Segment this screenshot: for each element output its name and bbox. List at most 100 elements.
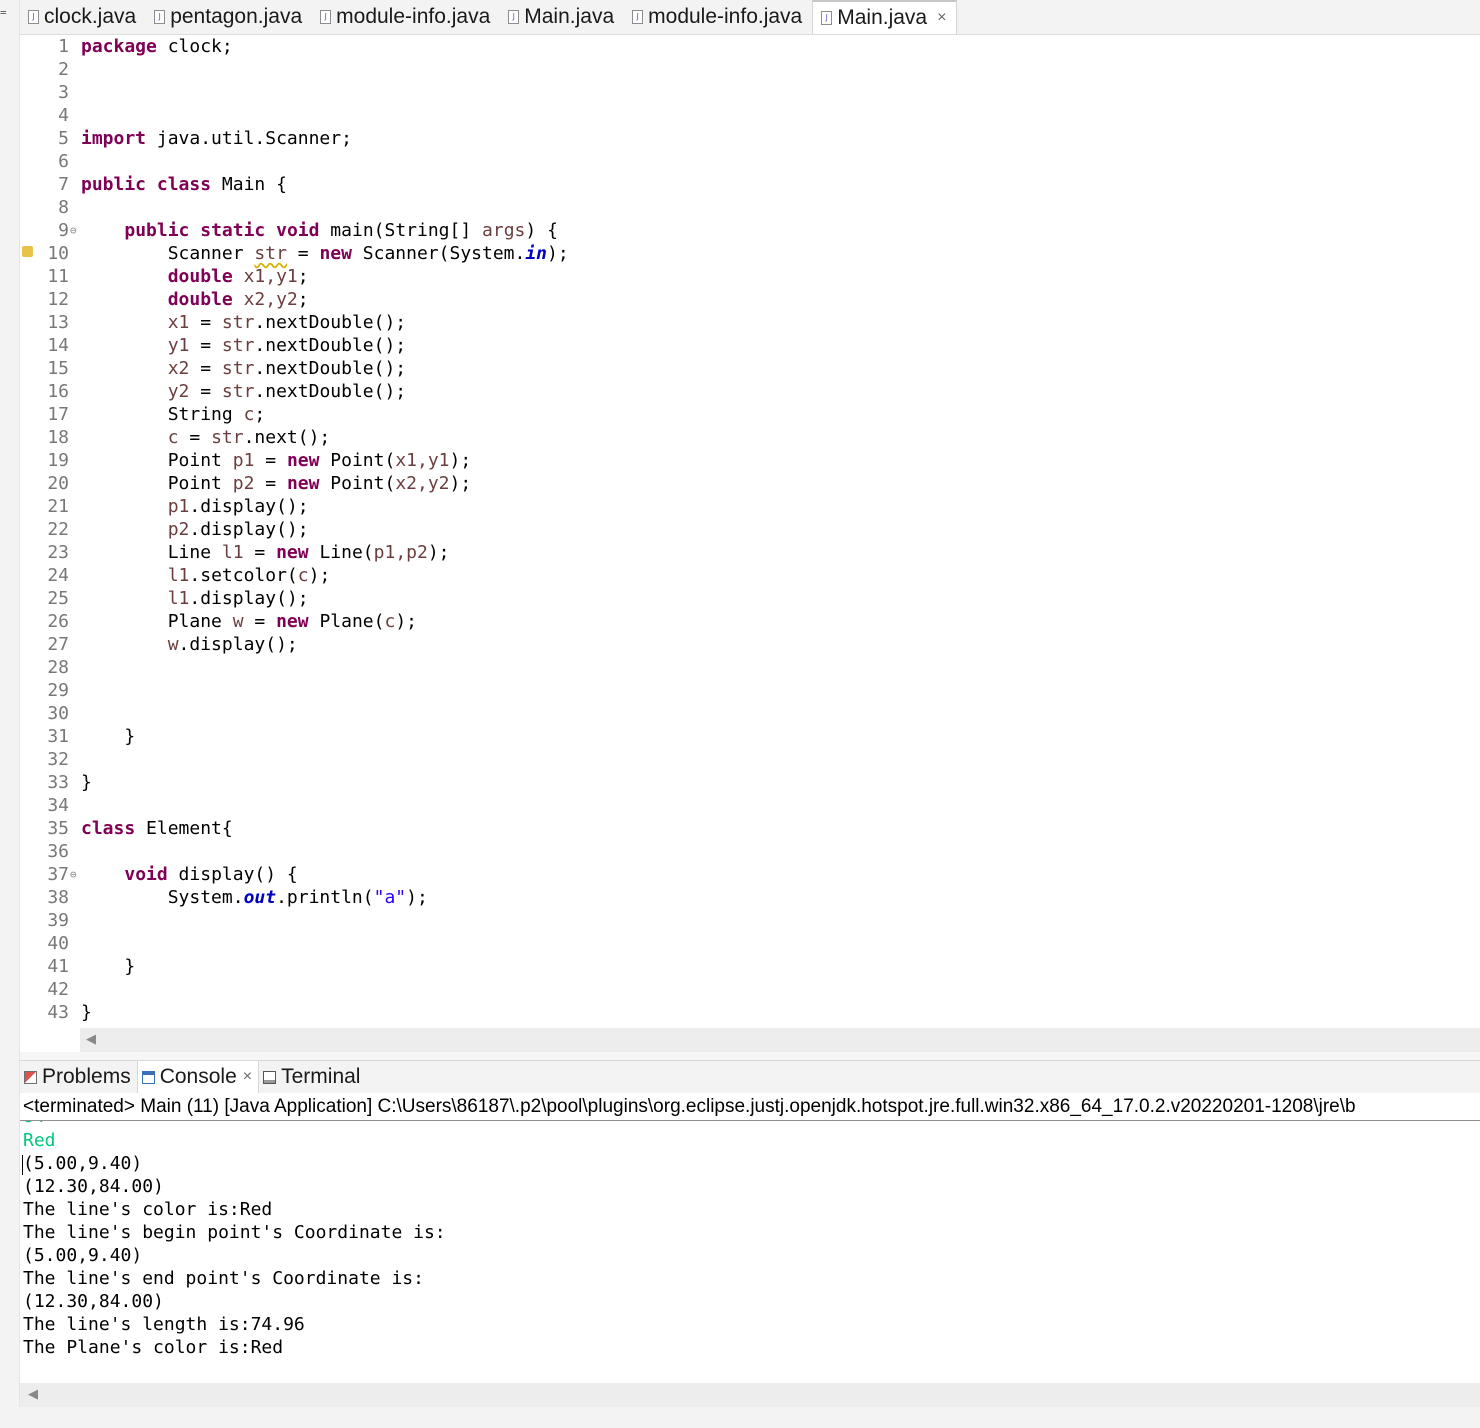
code-text: Line l1 = new Line(p1,p2);: [167, 542, 450, 563]
line-number: 36: [47, 841, 69, 862]
code-text: public static void main(String[] args) {: [124, 220, 558, 241]
console-output-line: (12.30,84.00): [23, 1291, 164, 1312]
code-line: 41 }: [20, 955, 1480, 978]
fold-icon[interactable]: ⊖: [70, 219, 77, 242]
code-text: class Element{: [81, 818, 233, 839]
code-text: x1 = str.nextDouble();: [167, 312, 407, 333]
code-line: 6: [20, 150, 1480, 173]
java-file-icon: J: [508, 10, 520, 24]
code-line: 2: [20, 58, 1480, 81]
tab-module-info-java[interactable]: J module-info.java: [312, 0, 500, 34]
line-number: 41: [47, 956, 69, 977]
java-file-icon: J: [154, 10, 166, 24]
code-text: void display() {: [124, 864, 298, 885]
code-text: p1.display();: [167, 496, 309, 517]
tab-main-java-active[interactable]: J Main.java ×: [812, 0, 958, 34]
tab-terminal[interactable]: Terminal: [259, 1061, 366, 1093]
line-number: 29: [47, 680, 69, 701]
console-output-line: (12.30,84.00): [23, 1176, 164, 1197]
window-edge-mark: =: [0, 6, 7, 19]
code-line: 25 l1.display();: [20, 587, 1480, 610]
code-line: 12 double x2,y2;: [20, 288, 1480, 311]
panel-separator[interactable]: [20, 1052, 1480, 1061]
line-number: 31: [47, 726, 69, 747]
close-tab-icon[interactable]: ×: [937, 9, 946, 27]
code-text: w.display();: [167, 634, 298, 655]
tab-label: clock.java: [44, 5, 137, 28]
code-line: 18 c = str.next();: [20, 426, 1480, 449]
code-text: import java.util.Scanner;: [81, 128, 352, 149]
code-line: 24 l1.setcolor(c);: [20, 564, 1480, 587]
line-number: 27: [47, 634, 69, 655]
code-text: }: [81, 726, 136, 747]
fold-icon[interactable]: ⊖: [70, 863, 77, 886]
tab-module-info-java-2[interactable]: J module-info.java: [624, 0, 812, 34]
scroll-left-icon[interactable]: ◀: [28, 1386, 38, 1402]
text-caret: [22, 1155, 23, 1175]
line-number: 14: [47, 335, 69, 356]
console-output-line: The line's color is:Red: [23, 1199, 273, 1220]
line-number: 1: [58, 36, 69, 57]
line-number: 11: [47, 266, 69, 287]
code-line: 3: [20, 81, 1480, 104]
code-line: 11 double x1,y1;: [20, 265, 1480, 288]
code-text: System.out.println("a");: [167, 887, 428, 908]
code-text: p2.display();: [167, 519, 309, 540]
line-number: 26: [47, 611, 69, 632]
code-line: 17 String c;: [20, 403, 1480, 426]
tab-console[interactable]: Console ×: [136, 1061, 260, 1093]
code-line: 28: [20, 656, 1480, 679]
console-output-line: The line's length is:74.96: [23, 1314, 305, 1335]
code-line: 39: [20, 909, 1480, 932]
java-file-icon: J: [632, 10, 644, 24]
code-text: y1 = str.nextDouble();: [167, 335, 407, 356]
line-number: 19: [47, 450, 69, 471]
console-output[interactable]: 84 Red (5.00,9.40) (12.30,84.00) The lin…: [20, 1121, 1480, 1383]
line-number: 23: [47, 542, 69, 563]
console-status-line: <terminated> Main (11) [Java Application…: [20, 1093, 1480, 1121]
code-line: 31 }: [20, 725, 1480, 748]
line-number: 21: [47, 496, 69, 517]
code-text: Plane w = new Plane(c);: [167, 611, 417, 632]
code-text: String c;: [167, 404, 266, 425]
console-output-line: The line's begin point's Coordinate is:: [23, 1222, 446, 1243]
java-file-icon: J: [320, 10, 332, 24]
console-input-line: Red: [23, 1130, 56, 1151]
code-line: 27 w.display();: [20, 633, 1480, 656]
code-line: 29: [20, 679, 1480, 702]
tab-main-java[interactable]: J Main.java: [500, 0, 624, 34]
console-horizontal-scrollbar[interactable]: ◀: [20, 1383, 1480, 1407]
tab-pentagon-java[interactable]: J pentagon.java: [146, 0, 312, 34]
code-line: 10 Scanner str = new Scanner(System.in);: [20, 242, 1480, 265]
code-line: 22 p2.display();: [20, 518, 1480, 541]
tab-clock-java[interactable]: J clock.java: [20, 0, 146, 34]
code-text: Point p2 = new Point(x2,y2);: [167, 473, 472, 494]
code-line: 8: [20, 196, 1480, 219]
tab-problems[interactable]: Problems: [20, 1061, 137, 1093]
editor-horizontal-scrollbar[interactable]: ◀: [80, 1028, 1480, 1052]
line-number: 28: [47, 657, 69, 678]
code-line: 21 p1.display();: [20, 495, 1480, 518]
code-line: 34: [20, 794, 1480, 817]
line-number: 24: [47, 565, 69, 586]
code-text: public class Main {: [81, 174, 287, 195]
code-editor[interactable]: 1 package clock; 2 3 4 5 import java.util.…: [20, 35, 1480, 1028]
line-number: 38: [47, 887, 69, 908]
code-text: l1.setcolor(c);: [167, 565, 331, 586]
line-number: 5: [58, 128, 69, 149]
console-output-line: The Plane's color is:Red: [23, 1337, 284, 1358]
tab-label: Terminal: [281, 1065, 361, 1088]
line-number: 15: [47, 358, 69, 379]
scroll-left-icon[interactable]: ◀: [86, 1031, 96, 1047]
console-output-line: (5.00,9.40): [23, 1245, 143, 1266]
close-tab-icon[interactable]: ×: [243, 1068, 252, 1086]
tab-label: Main.java: [837, 6, 928, 29]
tab-label: pentagon.java: [170, 5, 303, 28]
code-text: l1.display();: [167, 588, 309, 609]
code-text: }: [81, 956, 136, 977]
tab-label: Main.java: [524, 5, 615, 28]
bottom-strip: [0, 1407, 1480, 1428]
line-number: 9: [58, 220, 69, 241]
code-line: 26 Plane w = new Plane(c);: [20, 610, 1480, 633]
line-number: 40: [47, 933, 69, 954]
